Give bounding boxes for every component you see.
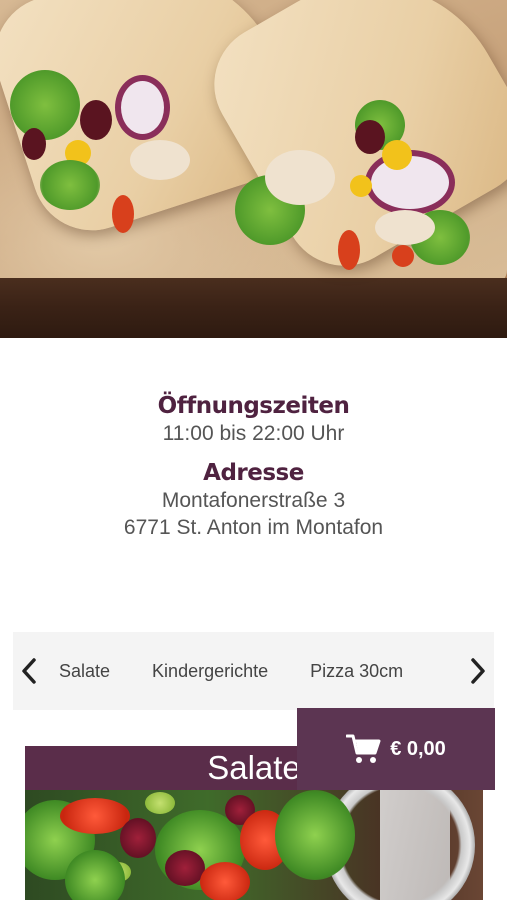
address-heading: Adresse bbox=[203, 460, 304, 486]
hours-heading: Öffnungszeiten bbox=[157, 393, 350, 419]
address-street: Montafonerstraße 3 bbox=[161, 489, 346, 512]
filling-bean bbox=[355, 120, 385, 154]
category-item-kindergerichte[interactable]: Kindergerichte bbox=[152, 661, 268, 682]
filling-bean bbox=[22, 128, 46, 160]
filling-bean bbox=[80, 100, 112, 140]
restaurant-info: Öffnungszeiten 11:00 bis 22:00 Uhr Adres… bbox=[0, 392, 507, 541]
salad-cranberry bbox=[120, 818, 156, 858]
filling-pepper bbox=[392, 245, 414, 267]
salad-tomato bbox=[60, 798, 130, 834]
section-image-salad bbox=[25, 790, 483, 900]
filling-pepper bbox=[112, 195, 134, 233]
filling-pepper bbox=[338, 230, 360, 270]
filling-lettuce bbox=[10, 70, 80, 140]
filling-corn bbox=[382, 140, 412, 170]
filling-chicken bbox=[375, 210, 435, 245]
salad-pea bbox=[145, 792, 175, 814]
chevron-right-icon[interactable] bbox=[462, 632, 494, 710]
category-nav: Salate Kindergerichte Pizza 30cm bbox=[13, 632, 494, 710]
cart-total: € 0,00 bbox=[390, 737, 446, 760]
category-item-pizza[interactable]: Pizza 30cm bbox=[310, 661, 403, 682]
salad-greens bbox=[275, 790, 355, 880]
hours-value: 11:00 bis 22:00 Uhr bbox=[162, 422, 345, 445]
salad-greens bbox=[65, 850, 125, 900]
hero-wood-board bbox=[0, 278, 507, 338]
cart-button[interactable]: € 0,00 bbox=[297, 708, 495, 790]
filling-chicken bbox=[265, 150, 335, 205]
address-city: 6771 St. Anton im Montafon bbox=[123, 516, 384, 539]
category-list: Salate Kindergerichte Pizza 30cm bbox=[45, 632, 462, 710]
category-item-salate[interactable]: Salate bbox=[59, 661, 110, 682]
chevron-left-icon[interactable] bbox=[13, 632, 45, 710]
filling-onion bbox=[115, 75, 170, 140]
salad-cranberry bbox=[165, 850, 205, 886]
cart-icon bbox=[346, 734, 381, 763]
hero-image bbox=[0, 0, 507, 338]
filling-corn bbox=[350, 175, 372, 197]
filling-chicken bbox=[130, 140, 190, 180]
salad-tomato bbox=[200, 862, 250, 900]
filling-lettuce bbox=[40, 160, 100, 210]
